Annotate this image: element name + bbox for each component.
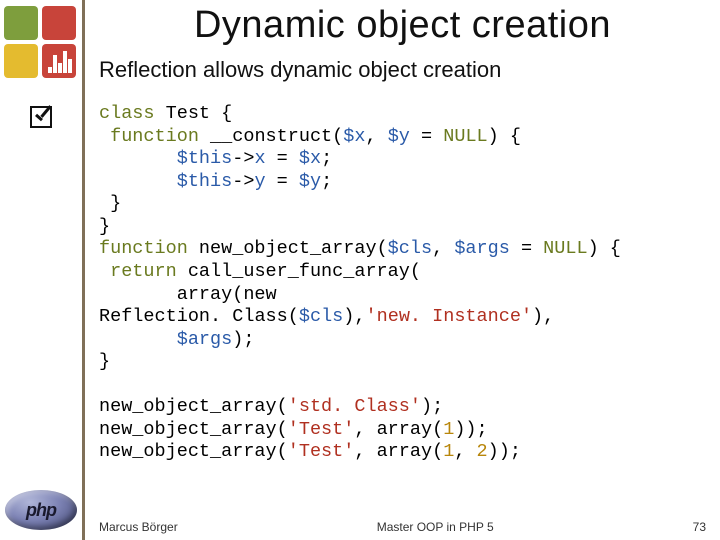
code-kw: NULL	[443, 126, 487, 147]
code-var: $this	[177, 148, 233, 169]
code-kw: function	[99, 126, 210, 147]
code-var: $this	[177, 171, 233, 192]
php-logo-text: php	[26, 500, 56, 521]
code-text: (	[277, 396, 288, 417]
code-text: ),	[532, 306, 554, 327]
code-text: Reflection	[99, 306, 210, 327]
code-text: ) {	[588, 238, 621, 259]
logo-square-graph-icon	[42, 44, 76, 78]
code-text: (	[288, 306, 299, 327]
code-text: .	[210, 306, 232, 327]
php-logo-icon: php	[5, 490, 77, 530]
code-text: }	[99, 193, 121, 214]
code-str: 'std. Class'	[288, 396, 421, 417]
code-text: (	[332, 126, 343, 147]
bullet-column	[4, 106, 78, 128]
code-text: ));	[454, 419, 487, 440]
code-text: new_object_array	[99, 419, 277, 440]
logo-square-red	[42, 6, 76, 40]
code-num: 2	[477, 441, 488, 462]
code-text: , array(	[354, 419, 443, 440]
code-text: =	[277, 171, 299, 192]
code-text: =	[277, 148, 299, 169]
code-text: }	[99, 351, 110, 372]
logo-square-green	[4, 6, 38, 40]
code-text: }	[99, 216, 110, 237]
code-text: new_object_array	[99, 441, 277, 462]
slide: php Dynamic object creation Reflection a…	[0, 0, 720, 540]
code-text	[99, 148, 177, 169]
footer: Marcus Börger Master OOP in PHP 5 73	[99, 514, 706, 534]
code-text: {	[221, 103, 232, 124]
code-text: ,	[454, 441, 476, 462]
code-var: x	[254, 148, 276, 169]
code-text: (	[277, 441, 288, 462]
code-text: , array(	[354, 441, 443, 462]
code-text: ,	[365, 126, 387, 147]
code-text: );	[232, 329, 254, 350]
code-text: );	[421, 396, 443, 417]
code-text: new_object_array	[99, 396, 277, 417]
footer-author: Marcus Börger	[99, 520, 178, 534]
lead-text: Reflection allows dynamic object creatio…	[99, 57, 706, 83]
code-text: Class	[232, 306, 288, 327]
code-kw: class	[99, 103, 166, 124]
code-var: $args	[177, 329, 233, 350]
code-text: new_object_array	[199, 238, 377, 259]
code-text: Test	[166, 103, 222, 124]
code-var: $y	[299, 171, 321, 192]
code-text	[99, 171, 177, 192]
code-var: $x	[299, 148, 321, 169]
slide-title: Dynamic object creation	[99, 4, 706, 47]
code-str: 'new. Instance'	[366, 306, 533, 327]
sidebar-top	[0, 0, 82, 128]
code-text	[99, 329, 177, 350]
code-text: =	[521, 238, 543, 259]
code-kw: NULL	[543, 238, 587, 259]
code-text: ;	[321, 171, 332, 192]
logo-square-yellow	[4, 44, 38, 78]
code-text: ),	[343, 306, 365, 327]
code-var: $y	[388, 126, 421, 147]
code-text: __construct	[210, 126, 332, 147]
footer-page: 73	[693, 520, 706, 534]
code-text: array(new	[99, 284, 277, 305]
code-text: ;	[321, 148, 332, 169]
content-area: Dynamic object creation Reflection allow…	[82, 0, 720, 540]
logo-grid-icon	[4, 6, 78, 78]
code-var: y	[254, 171, 276, 192]
code-text: ) {	[488, 126, 521, 147]
code-var: $args	[454, 238, 521, 259]
code-text: =	[421, 126, 443, 147]
code-text: (	[410, 261, 421, 282]
code-str: 'Test'	[288, 441, 355, 462]
code-text: (	[277, 419, 288, 440]
code-kw: return	[99, 261, 188, 282]
code-block: class Test { function __construct($x, $y…	[99, 103, 706, 464]
code-text: ,	[432, 238, 454, 259]
sidebar: php	[0, 0, 82, 540]
check-icon	[30, 106, 52, 128]
code-str: 'Test'	[288, 419, 355, 440]
code-text: ));	[488, 441, 521, 462]
code-text: ->	[232, 171, 254, 192]
code-text: ->	[232, 148, 254, 169]
code-var: $x	[343, 126, 365, 147]
code-num: 1	[443, 441, 454, 462]
code-num: 1	[443, 419, 454, 440]
code-kw: function	[99, 238, 199, 259]
code-text: call_user_func_array	[188, 261, 410, 282]
footer-center: Master OOP in PHP 5	[178, 520, 693, 534]
sidebar-bottom: php	[0, 490, 82, 540]
code-var: $cls	[388, 238, 432, 259]
code-text: (	[377, 238, 388, 259]
code-var: $cls	[299, 306, 343, 327]
